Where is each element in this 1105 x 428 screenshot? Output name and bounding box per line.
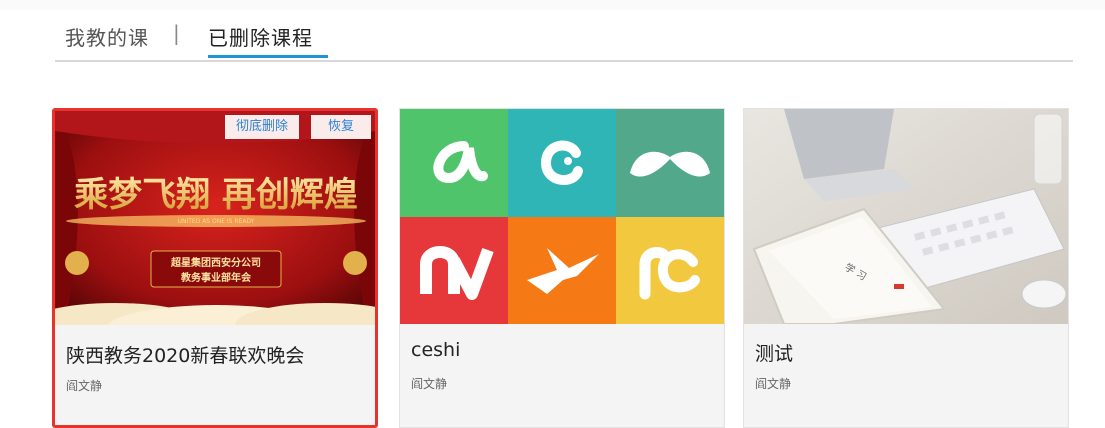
mustache-icon xyxy=(615,109,724,217)
app-logo-icon xyxy=(507,109,616,217)
tab-deleted-courses[interactable]: 已删除课程 xyxy=(208,22,313,51)
course-card[interactable]: 学 习 测试 阎文静 xyxy=(743,108,1069,428)
course-card[interactable]: ceshi 阎文静 xyxy=(399,108,725,428)
app-logo-icon xyxy=(400,216,508,324)
course-title[interactable]: ceshi xyxy=(411,339,460,361)
course-author: 阎文静 xyxy=(755,377,792,391)
banner-company: 超星集团西安分公司 xyxy=(170,256,261,269)
banner-department: 教务事业部年会 xyxy=(180,271,251,284)
course-cover-image xyxy=(400,109,724,324)
course-author: 阎文静 xyxy=(411,377,448,391)
tab-separator: | xyxy=(173,21,180,45)
banner-headline: 乘梦飞翔 再创辉煌 xyxy=(74,175,358,215)
active-tab-indicator xyxy=(208,55,328,58)
course-title[interactable]: 陕西教务2020新春联欢晚会 xyxy=(66,341,304,368)
course-cover-image: 学 习 xyxy=(744,109,1068,324)
app-logo-icon xyxy=(615,216,724,324)
tab-my-courses[interactable]: 我教的课 xyxy=(65,22,149,51)
top-strip xyxy=(0,0,1105,10)
banner-tagline: UNITED AS ONE IS READY xyxy=(178,218,255,225)
restore-button[interactable]: 恢复 xyxy=(311,115,371,139)
course-card[interactable]: 乘梦飞翔 再创辉煌 UNITED AS ONE IS READY 超星集团西安分… xyxy=(52,108,378,428)
course-author: 阎文静 xyxy=(66,379,103,393)
course-title[interactable]: 测试 xyxy=(755,339,793,366)
bird-icon xyxy=(507,216,616,324)
app-logo-icon xyxy=(400,109,508,217)
course-cover-image: 乘梦飞翔 再创辉煌 UNITED AS ONE IS READY 超星集团西安分… xyxy=(55,111,375,325)
tab-bar: 我教的课 | 已删除课程 xyxy=(55,18,1073,62)
delete-permanently-button[interactable]: 彻底删除 xyxy=(225,115,299,139)
